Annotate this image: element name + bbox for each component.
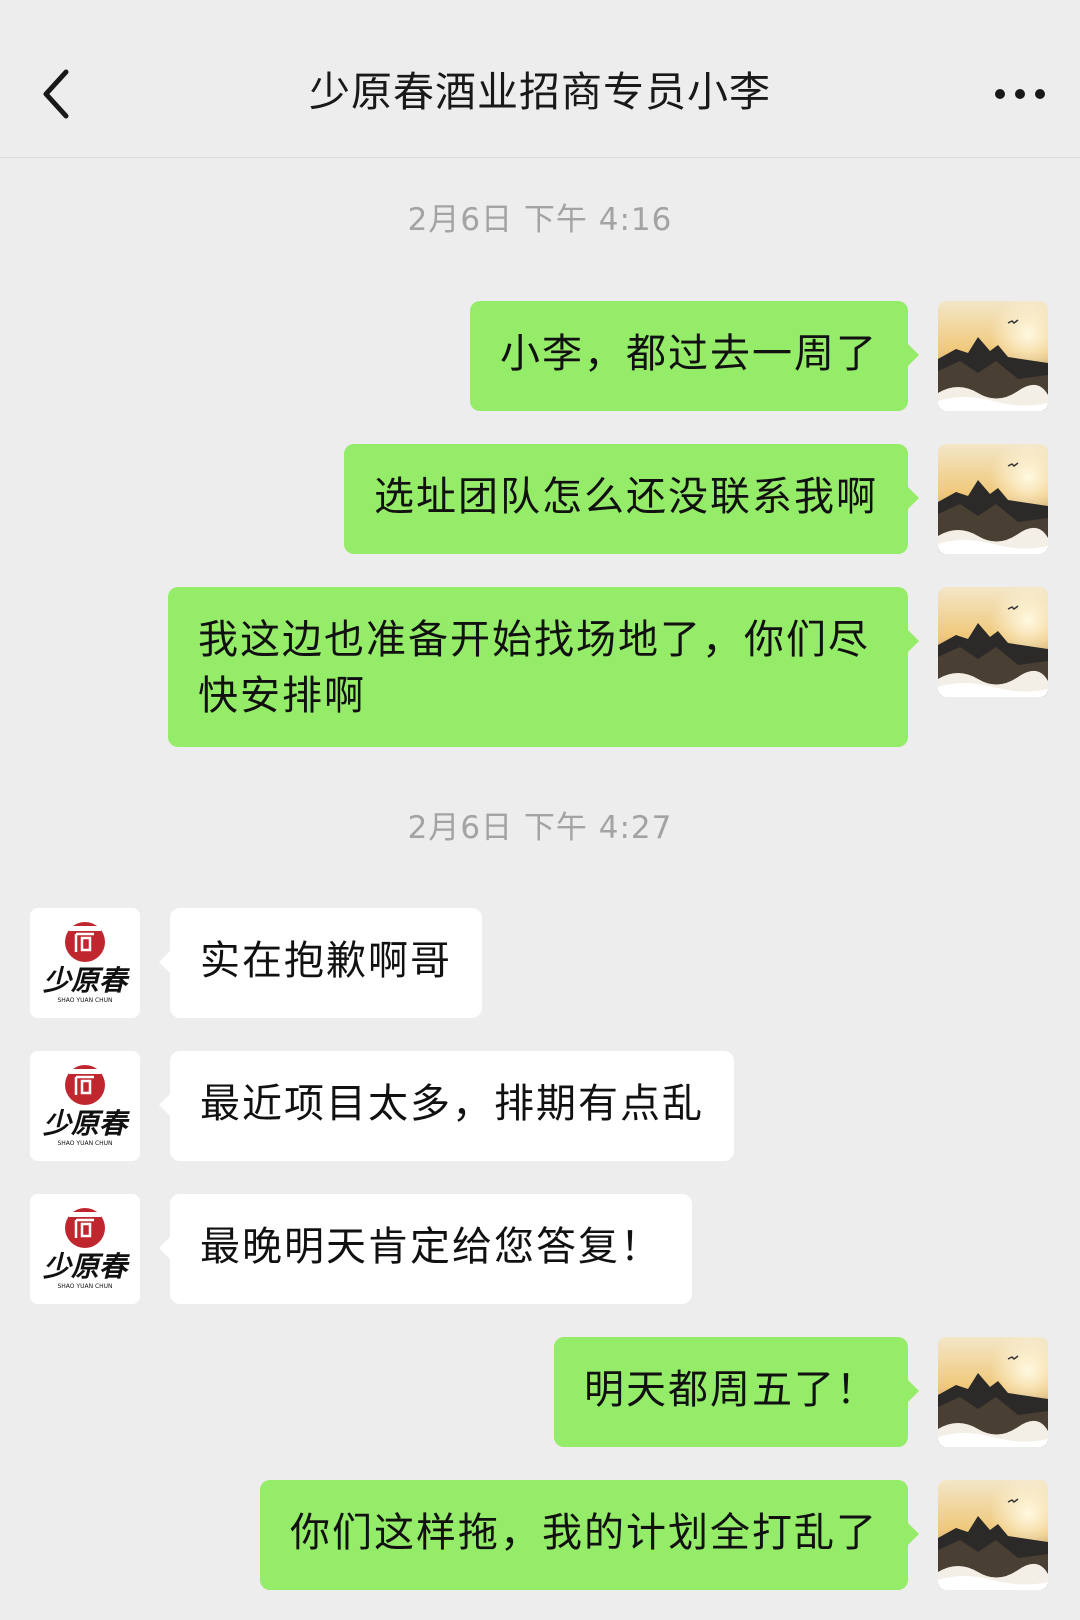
- chat-header: 少原春酒业招商专员小李: [0, 0, 1080, 158]
- contact-avatar[interactable]: [30, 1194, 140, 1304]
- message-bubble-sent[interactable]: 我这边也准备开始找场地了，你们尽快安排啊: [168, 587, 919, 747]
- more-horizontal-icon: [995, 89, 1045, 99]
- my-avatar[interactable]: [938, 444, 1048, 554]
- timestamp: 2月6日 下午 4:16: [407, 202, 673, 238]
- my-avatar[interactable]: [938, 1337, 1048, 1447]
- my-avatar[interactable]: [938, 1480, 1048, 1590]
- message-bubble-sent[interactable]: 明天都周五了！: [554, 1337, 919, 1447]
- message-bubble-sent[interactable]: 选址团队怎么还没联系我啊: [344, 444, 919, 554]
- message-bubble-received[interactable]: 实在抱歉啊哥: [159, 908, 482, 1018]
- my-avatar[interactable]: [938, 587, 1048, 697]
- contact-avatar[interactable]: [30, 1051, 140, 1161]
- my-avatar[interactable]: [938, 301, 1048, 411]
- message-bubble-sent[interactable]: 你们这样拖，我的计划全打乱了: [260, 1480, 919, 1590]
- more-button[interactable]: [990, 74, 1050, 114]
- message-bubble-received[interactable]: 最近项目太多，排期有点乱: [159, 1051, 734, 1161]
- chat-title: 少原春酒业招商专员小李: [309, 68, 771, 116]
- message-bubble-received[interactable]: 最晚明天肯定给您答复！: [159, 1194, 692, 1304]
- message-bubble-sent[interactable]: 小李，都过去一周了: [470, 301, 919, 411]
- contact-avatar[interactable]: [30, 908, 140, 1018]
- timestamp: 2月6日 下午 4:27: [407, 810, 673, 846]
